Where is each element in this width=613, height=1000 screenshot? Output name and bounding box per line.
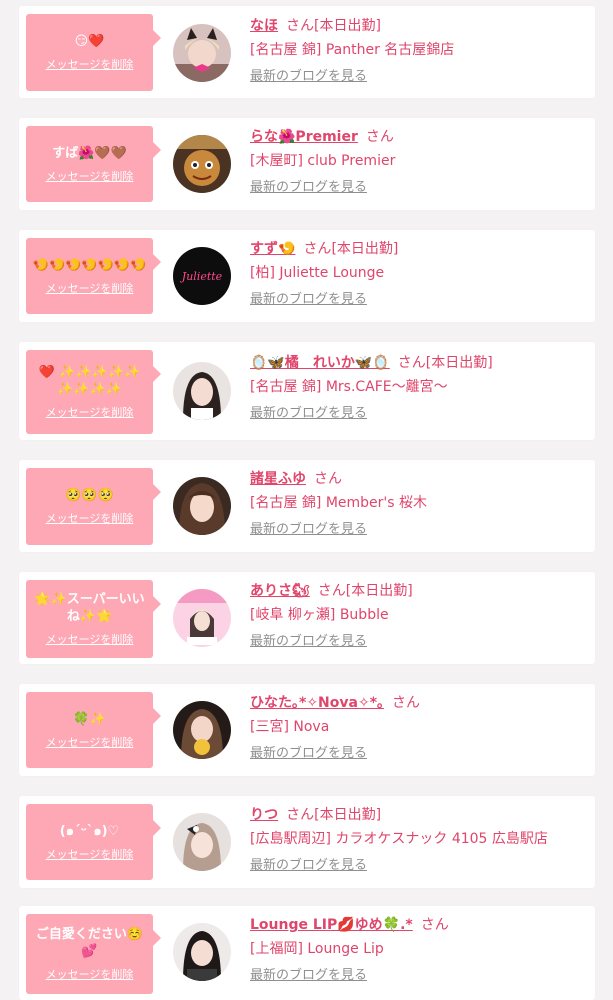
delete-message-link[interactable]: メッセージを削除 <box>46 846 134 862</box>
delete-message-link[interactable]: メッセージを削除 <box>46 510 134 526</box>
message-card: 🍤🍤🍤🍤🍤🍤🍤 メッセージを削除 Juliette すず🍤 さん[本日出勤] [柏… <box>19 230 595 322</box>
latest-blog-link[interactable]: 最新のブログを見る <box>250 633 367 651</box>
message-text: ご自愛ください☺️💕 <box>35 927 144 959</box>
honorific: さん <box>317 583 346 599</box>
message-bubble: 😏❤️ メッセージを削除 <box>26 14 161 91</box>
message-bubble: すば🌺🤎🤎 メッセージを削除 <box>26 126 161 202</box>
shop-info: [名古屋 錦] Mrs.CAFE〜離宮〜 <box>250 379 448 395</box>
status-badge: [本日出勤] <box>314 807 382 823</box>
message-bubble: (๑´ᵕ`๑)♡ メッセージを削除 <box>26 804 161 880</box>
avatar[interactable] <box>173 362 231 420</box>
delete-message-link[interactable]: メッセージを削除 <box>46 404 134 420</box>
delete-message-link[interactable]: メッセージを削除 <box>46 168 134 184</box>
cast-name-link[interactable]: 🪞🦋橘 れいか🦋🪞 <box>250 355 390 371</box>
honorific: さん <box>397 355 426 371</box>
message-bubble: 🥺🥺🥺 メッセージを削除 <box>26 468 161 545</box>
message-text: 🍀✨ <box>73 711 106 727</box>
latest-blog-link[interactable]: 最新のブログを見る <box>250 521 367 539</box>
message-card: 🌟✨スーパーいいね✨🌟 メッセージを削除 ありさ🐿 さん[本日出勤] [岐阜 柳ヶ… <box>19 572 595 664</box>
shop-info: [上福岡] Lounge Lip <box>250 941 384 957</box>
shop-info: [木屋町] club Premier <box>250 153 396 169</box>
message-bubble: 🍀✨ メッセージを削除 <box>26 692 161 768</box>
avatar[interactable] <box>173 701 231 759</box>
honorific: さん <box>314 471 342 487</box>
honorific: さん <box>420 917 449 933</box>
message-text: 🍤🍤🍤🍤🍤🍤🍤 <box>32 257 147 273</box>
cast-name-link[interactable]: すず🍤 <box>250 241 295 257</box>
juliette-logo-avatar[interactable]: Juliette <box>173 247 231 305</box>
message-bubble: ❤️ ✨✨✨✨✨ ✨✨✨✨ メッセージを削除 <box>26 350 161 434</box>
delete-message-link[interactable]: メッセージを削除 <box>46 631 134 647</box>
cast-name-link[interactable]: Lounge LIP💋ゆめ🍀.* <box>250 917 413 933</box>
status-badge: [本日出勤] <box>345 583 413 599</box>
message-text: ❤️ ✨✨✨✨✨ ✨✨✨✨ <box>38 365 141 397</box>
juliette-logo-icon: Juliette <box>180 270 223 283</box>
honorific: さん <box>303 241 332 257</box>
shop-info: [名古屋 錦] Member's 桜木 <box>250 495 428 511</box>
avatar[interactable] <box>173 477 231 535</box>
message-card: (๑´ᵕ`๑)♡ メッセージを削除 りつ さん[本日出勤] [広島駅周辺] カラオ… <box>19 796 595 888</box>
latest-blog-link[interactable]: 最新のブログを見る <box>250 179 367 197</box>
message-list: 😏❤️ メッセージを削除 なほ さん[本日出勤] [名古屋 錦] Panther … <box>0 0 613 1000</box>
status-badge: [本日出勤] <box>425 355 493 371</box>
cast-name-link[interactable]: ひなた｡*✧Nova✧*｡ <box>250 695 384 711</box>
honorific: さん <box>286 807 315 823</box>
status-badge: [本日出勤] <box>331 241 399 257</box>
cast-name-link[interactable]: ありさ🐿 <box>250 583 310 599</box>
honorific: さん <box>392 695 421 711</box>
message-card: 🥺🥺🥺 メッセージを削除 諸星ふゆ さん [名古屋 錦] Member's 桜木 … <box>19 460 595 552</box>
status-badge: [本日出勤] <box>314 18 381 34</box>
latest-blog-link[interactable]: 最新のブログを見る <box>250 291 367 309</box>
message-text: 😏❤️ <box>74 34 105 49</box>
avatar[interactable] <box>173 24 231 82</box>
shop-info: [名古屋 錦] Panther 名古屋錦店 <box>250 42 455 58</box>
message-text: 🌟✨スーパーいいね✨🌟 <box>34 592 145 624</box>
avatar[interactable] <box>173 135 231 193</box>
avatar[interactable] <box>173 813 231 871</box>
delete-message-link[interactable]: メッセージを削除 <box>46 280 134 296</box>
message-card: ❤️ ✨✨✨✨✨ ✨✨✨✨ メッセージを削除 🪞🦋橘 れいか🦋🪞 さん[本日出勤]… <box>19 342 595 440</box>
shop-info: [岐阜 柳ヶ瀬] Bubble <box>250 607 389 623</box>
delete-message-link[interactable]: メッセージを削除 <box>46 734 134 750</box>
latest-blog-link[interactable]: 最新のブログを見る <box>250 405 367 423</box>
avatar[interactable] <box>173 923 231 981</box>
delete-message-link[interactable]: メッセージを削除 <box>46 56 134 72</box>
latest-blog-link[interactable]: 最新のブログを見る <box>250 745 367 763</box>
avatar[interactable] <box>173 589 231 647</box>
message-bubble: ご自愛ください☺️💕 メッセージを削除 <box>26 914 161 994</box>
message-card: ご自愛ください☺️💕 メッセージを削除 Lounge LIP💋ゆめ🍀.* さん [… <box>19 906 595 1000</box>
cast-name-link[interactable]: 諸星ふゆ <box>250 471 306 487</box>
message-bubble: 🌟✨スーパーいいね✨🌟 メッセージを削除 <box>26 580 161 658</box>
cast-name-link[interactable]: りつ <box>250 807 278 823</box>
honorific: さん <box>365 129 394 145</box>
shop-info: [柏] Juliette Lounge <box>250 265 385 281</box>
latest-blog-link[interactable]: 最新のブログを見る <box>250 68 367 86</box>
message-bubble: 🍤🍤🍤🍤🍤🍤🍤 メッセージを削除 <box>26 238 161 314</box>
honorific: さん <box>286 18 314 34</box>
cast-name-link[interactable]: なほ <box>250 18 278 34</box>
latest-blog-link[interactable]: 最新のブログを見る <box>250 967 367 985</box>
cast-name-link[interactable]: らな🌺Premier <box>250 129 358 145</box>
latest-blog-link[interactable]: 最新のブログを見る <box>250 857 367 875</box>
shop-info: [広島駅周辺] カラオケスナック 4105 広島駅店 <box>250 831 548 847</box>
shop-info: [三宮] Nova <box>250 719 330 735</box>
delete-message-link[interactable]: メッセージを削除 <box>46 966 134 982</box>
message-text: (๑´ᵕ`๑)♡ <box>59 823 120 839</box>
message-card: 😏❤️ メッセージを削除 なほ さん[本日出勤] [名古屋 錦] Panther … <box>19 6 595 98</box>
message-card: すば🌺🤎🤎 メッセージを削除 らな🌺Premier さん [木屋町] club P… <box>19 118 595 210</box>
message-text: 🥺🥺🥺 <box>65 488 114 503</box>
message-card: 🍀✨ メッセージを削除 ひなた｡*✧Nova✧*｡ さん [三宮] Nova 最新… <box>19 684 595 776</box>
message-text: すば🌺🤎🤎 <box>52 145 127 161</box>
